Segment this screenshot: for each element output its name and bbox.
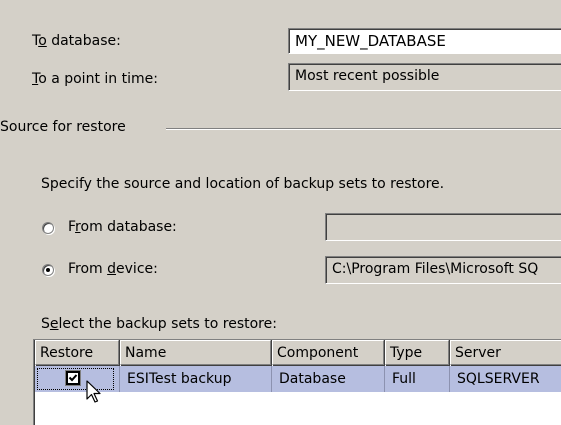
from-database-radio[interactable] (42, 222, 54, 234)
from-database-select (325, 213, 561, 241)
restore-cell[interactable] (35, 366, 120, 392)
device-path-field[interactable]: C:\Program Files\Microsoft SQ (325, 256, 561, 284)
from-device-radio[interactable] (42, 264, 54, 276)
group-divider (166, 128, 561, 130)
source-instruction: Specify the source and location of backu… (41, 176, 445, 192)
point-in-time-value: Most recent possible (295, 68, 440, 84)
source-group-title: Source for restore (0, 119, 126, 135)
column-header-type[interactable]: Type (385, 340, 449, 365)
name-cell: ESITest backup (120, 366, 272, 392)
checkmark-icon (68, 374, 78, 382)
to-database-value: MY_NEW_DATABASE (295, 32, 446, 50)
to-database-label: To database: (32, 33, 121, 49)
radio-selected-dot (46, 268, 50, 272)
column-header-name[interactable]: Name (120, 340, 271, 365)
to-database-input[interactable]: MY_NEW_DATABASE (288, 28, 561, 54)
backup-sets-label: Select the backup sets to restore: (41, 316, 277, 332)
mouse-cursor-icon (86, 380, 101, 403)
device-path-value: C:\Program Files\Microsoft SQ (332, 261, 539, 277)
table-row[interactable]: ESITest backup Database Full SQLSERVER (35, 366, 561, 392)
point-in-time-field[interactable]: Most recent possible (288, 63, 561, 91)
component-cell: Database (272, 366, 385, 392)
restore-checkbox[interactable] (66, 371, 80, 385)
to-point-in-time-label: To a point in time: (32, 71, 158, 87)
type-cell: Full (385, 366, 450, 392)
from-database-label[interactable]: From database: (68, 219, 177, 235)
column-header-component[interactable]: Component (272, 340, 384, 365)
from-device-label[interactable]: From device: (68, 261, 158, 277)
server-cell: SQLSERVER (457, 371, 540, 387)
backup-sets-grid[interactable]: Restore Name Component Type Server ESITe… (33, 339, 561, 425)
column-header-restore[interactable]: Restore (35, 340, 119, 365)
column-header-server[interactable]: Server (450, 340, 561, 365)
